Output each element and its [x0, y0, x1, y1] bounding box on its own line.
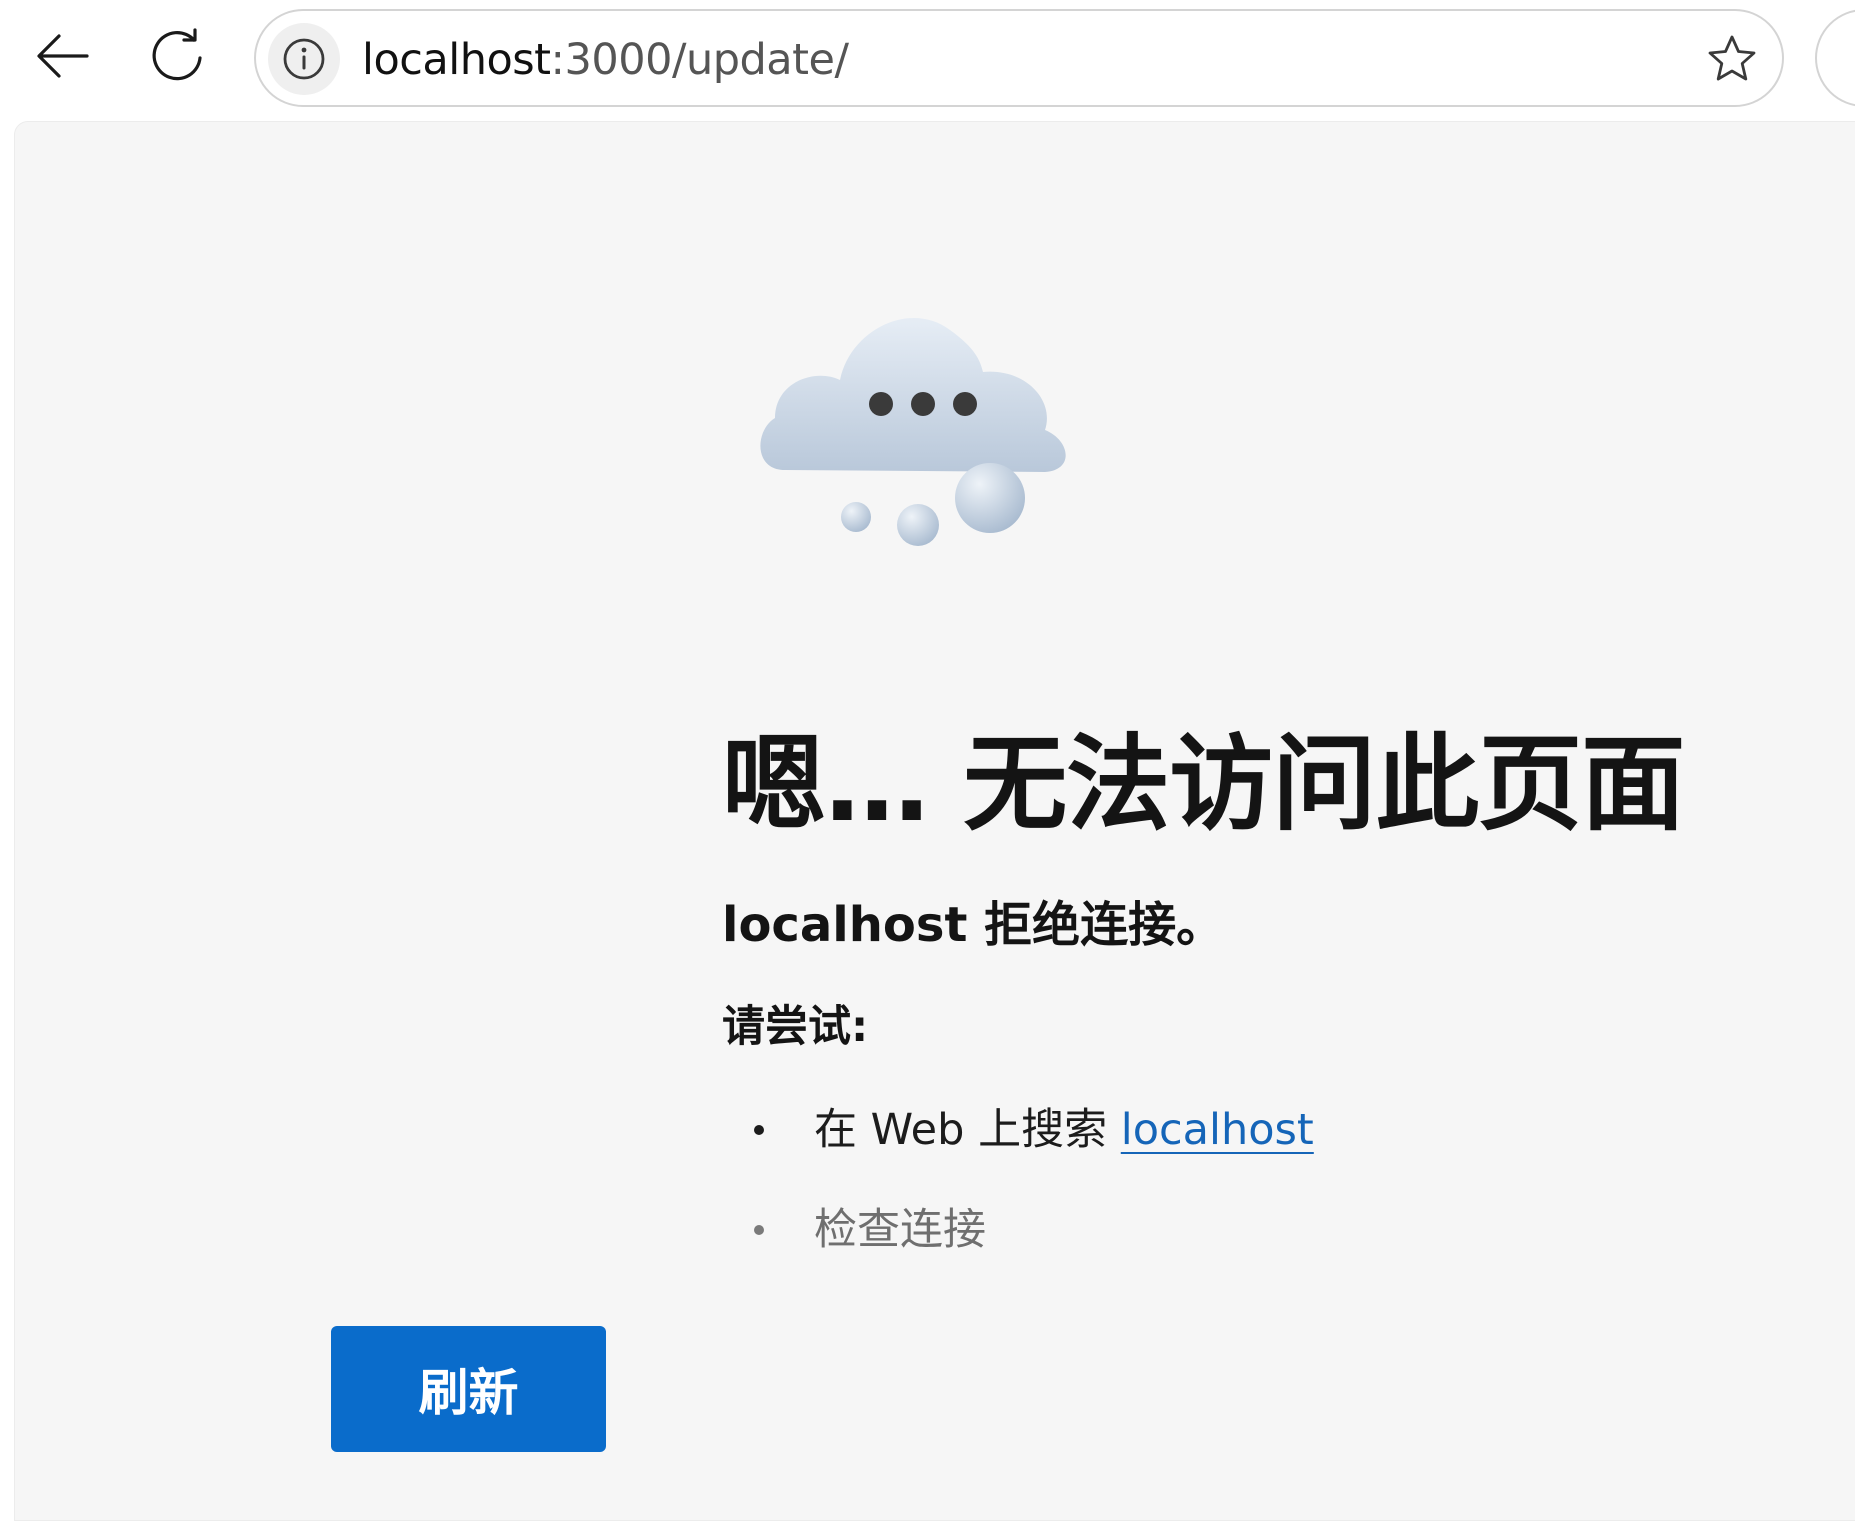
- search-prefix-text: 在 Web 上搜索: [814, 1105, 1121, 1155]
- star-icon: [1708, 35, 1756, 81]
- info-icon: [283, 38, 325, 80]
- profile-button[interactable]: [1815, 9, 1855, 107]
- back-arrow-icon: [37, 34, 89, 78]
- favorite-button[interactable]: [1698, 25, 1766, 93]
- address-bar[interactable]: localhost:3000/update/: [254, 9, 1784, 107]
- back-button[interactable]: [25, 18, 101, 94]
- url-host: localhost: [362, 35, 551, 85]
- bullet-dot: [754, 1225, 764, 1235]
- site-info-button[interactable]: [268, 23, 340, 95]
- bullet-dot: [754, 1125, 764, 1135]
- reload-icon: [152, 28, 202, 81]
- search-localhost-link[interactable]: localhost: [1121, 1105, 1314, 1155]
- url-text[interactable]: localhost:3000/update/: [362, 35, 849, 85]
- error-subtitle: localhost 拒绝连接。: [722, 897, 1225, 953]
- url-path: :3000/update/: [550, 35, 849, 85]
- suggestion-list: 在 Web 上搜索 localhost 检查连接: [750, 1100, 1314, 1300]
- refresh-button[interactable]: 刷新: [331, 1326, 606, 1452]
- list-item-check-connection: 检查连接: [750, 1200, 1314, 1300]
- cloud-icon: [760, 318, 1066, 546]
- cloud-illustration: [745, 290, 1085, 560]
- reload-button[interactable]: [140, 18, 216, 94]
- list-item-search: 在 Web 上搜索 localhost: [750, 1100, 1314, 1200]
- browser-toolbar: localhost:3000/update/: [0, 0, 1855, 120]
- check-connection-text: 检查连接: [814, 1205, 986, 1255]
- try-heading: 请尝试:: [722, 1002, 869, 1052]
- error-title: 嗯… 无法访问此页面: [722, 723, 1685, 845]
